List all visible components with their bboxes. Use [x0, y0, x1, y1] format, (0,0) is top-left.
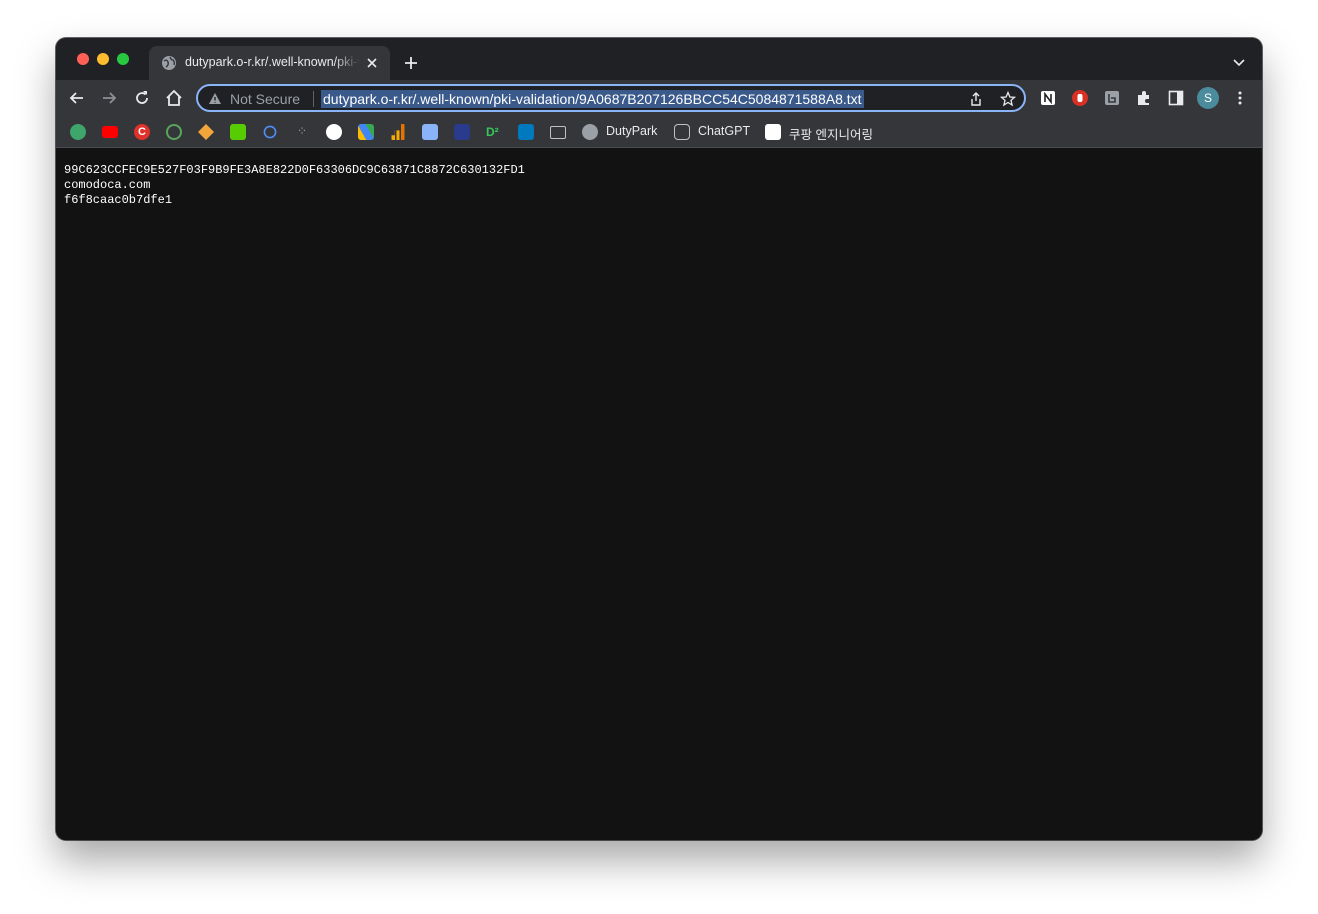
reader-extension-icon[interactable]	[1103, 89, 1121, 107]
bookmark-star-icon[interactable]	[1000, 91, 1016, 107]
youtube-icon[interactable]	[102, 126, 118, 138]
home-icon[interactable]	[164, 88, 184, 108]
folder-icon[interactable]	[550, 126, 566, 139]
close-icon[interactable]	[365, 56, 379, 70]
medium-icon[interactable]	[765, 124, 781, 140]
profile-avatar[interactable]: S	[1197, 87, 1219, 109]
warning-icon[interactable]	[208, 92, 222, 106]
globe-icon[interactable]	[582, 124, 598, 140]
text-line: 99C623CCFEC9E527F03F9B9FE3A8E822D0F63306…	[64, 163, 525, 177]
globe-icon	[162, 56, 176, 70]
text-line: comodoca.com	[64, 178, 151, 192]
address-bar[interactable]: Not Secure dutypark.o-r.kr/.well-known/p…	[196, 84, 1026, 112]
bookmark-c-icon[interactable]: C	[134, 124, 150, 140]
google-ads-icon[interactable]	[358, 124, 374, 140]
text-line: f6f8caac0b7dfe1	[64, 193, 173, 207]
security-label[interactable]: Not Secure	[230, 91, 300, 107]
store-icon[interactable]	[422, 124, 438, 140]
tab-strip: dutypark.o-r.kr/.well-known/pki-validati…	[56, 38, 1262, 80]
zoom-window-button[interactable]	[117, 53, 129, 65]
extensions-puzzle-icon[interactable]	[1135, 89, 1153, 107]
new-tab-button[interactable]	[403, 55, 419, 71]
forward-arrow-icon[interactable]	[99, 88, 119, 108]
bookmarks-bar: C ⁘ D² DutyPark ChatGPT 쿠팡 엔지니어링	[56, 116, 1262, 148]
notion-extension-icon[interactable]	[1039, 89, 1057, 107]
browser-window: dutypark.o-r.kr/.well-known/pki-validati…	[56, 38, 1262, 840]
plain-text-document: 99C623CCFEC9E527F03F9B9FE3A8E822D0F63306…	[64, 163, 525, 208]
page-content: 99C623CCFEC9E527F03F9B9FE3A8E822D0F63306…	[56, 149, 1262, 840]
url-text[interactable]: dutypark.o-r.kr/.well-known/pki-validati…	[321, 90, 864, 108]
bookmark-8-icon[interactable]: ⁘	[294, 124, 310, 140]
trello-icon[interactable]	[518, 124, 534, 140]
share-icon[interactable]	[968, 91, 984, 107]
divider	[313, 91, 314, 107]
bookmark-1-icon[interactable]	[70, 124, 86, 140]
chatgpt-icon[interactable]	[674, 124, 690, 140]
side-panel-icon[interactable]	[1167, 89, 1185, 107]
bookmark-5-icon[interactable]	[198, 124, 214, 140]
bookmark-label-chatgpt[interactable]: ChatGPT	[698, 124, 750, 138]
close-window-button[interactable]	[77, 53, 89, 65]
minimize-window-button[interactable]	[97, 53, 109, 65]
back-arrow-icon[interactable]	[67, 88, 87, 108]
menu-kebab-icon[interactable]	[1231, 89, 1249, 107]
d2-icon[interactable]: D²	[486, 124, 502, 140]
bookmark-4-icon[interactable]	[166, 124, 182, 140]
tab-active[interactable]: dutypark.o-r.kr/.well-known/pki-validati…	[149, 46, 390, 80]
reload-icon[interactable]	[132, 88, 152, 108]
tab-title: dutypark.o-r.kr/.well-known/pki-validati…	[185, 55, 360, 69]
bookmark-7-icon[interactable]	[263, 125, 277, 139]
tab-search-chevron-icon[interactable]	[1232, 55, 1246, 69]
block-extension-icon[interactable]	[1071, 89, 1089, 107]
analytics-icon[interactable]	[390, 124, 406, 140]
duolingo-icon[interactable]	[230, 124, 246, 140]
bookmark-13-icon[interactable]	[454, 124, 470, 140]
github-icon[interactable]	[326, 124, 342, 140]
bookmark-label-dutypark[interactable]: DutyPark	[606, 124, 657, 138]
bookmark-label-coupang[interactable]: 쿠팡 엔지니어링	[789, 124, 873, 143]
toolbar: Not Secure dutypark.o-r.kr/.well-known/p…	[56, 80, 1262, 116]
